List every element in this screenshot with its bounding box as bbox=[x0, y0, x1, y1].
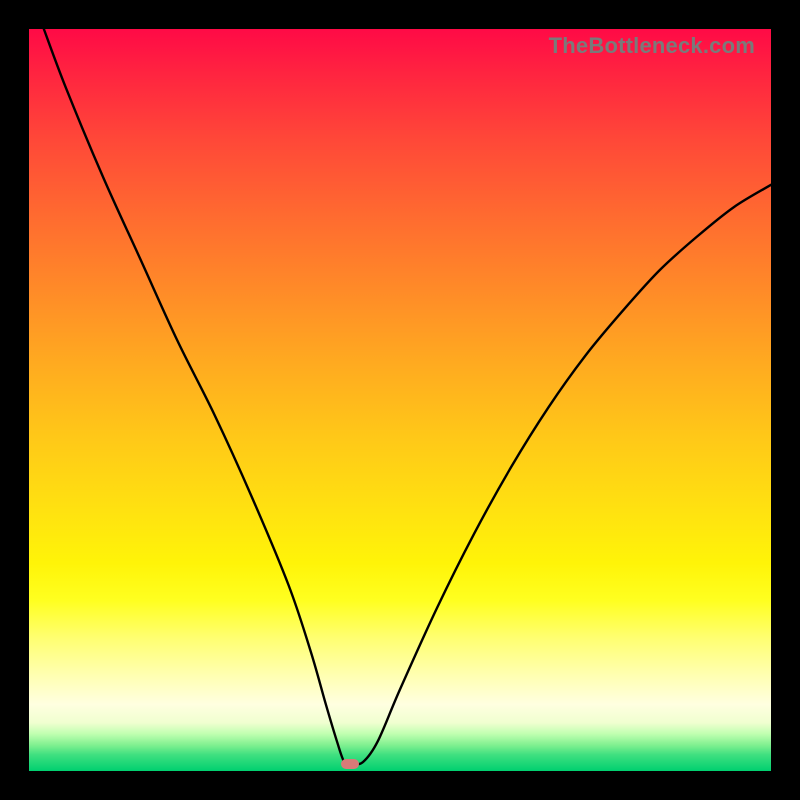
chart-frame: TheBottleneck.com bbox=[0, 0, 800, 800]
curve-path bbox=[44, 29, 771, 764]
plot-area: TheBottleneck.com bbox=[29, 29, 771, 771]
bottleneck-curve bbox=[29, 29, 771, 771]
minimum-marker bbox=[341, 759, 359, 769]
